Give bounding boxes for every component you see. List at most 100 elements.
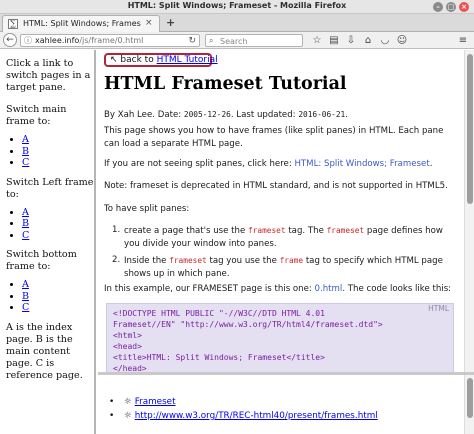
step-number: 2. — [112, 255, 121, 265]
back-arrow-icon: ↖ — [110, 55, 118, 65]
list-item: B — [22, 146, 94, 158]
close-window-button[interactable]: × — [459, 2, 469, 12]
maximize-button[interactable]: □ — [446, 2, 456, 12]
left-group-heading: Switch bottom frame to: — [6, 249, 77, 272]
bottom-frame-scroll-thumb[interactable] — [467, 378, 473, 418]
code-keyword: frameset — [169, 256, 207, 265]
bottom-frame: • ☼ Frameset • ☼ http://www.w3.org/TR/REC-… — [98, 375, 464, 434]
deprecation-note: Note: frameset is deprecated in HTML sta… — [104, 181, 448, 191]
new-tab-button[interactable]: + — [166, 16, 175, 29]
left-intro: Click a link to switch pages in a target… — [6, 58, 91, 93]
left-frame: Click a link to switch pages in a target… — [0, 50, 96, 434]
frameset-link[interactable]: Frameset — [135, 397, 176, 407]
left-frame-link-b[interactable]: B — [22, 218, 29, 229]
sun-icon: ☼ — [124, 397, 132, 407]
search-bar[interactable]: ⌕ — [205, 34, 303, 47]
date: 2005-12-26 — [183, 110, 231, 119]
code-line: </head> — [113, 364, 147, 372]
intro-paragraph: This page shows you how to have frames (… — [104, 126, 444, 149]
updated-label: . Last updated: — [230, 110, 296, 120]
code-line: <html> — [113, 331, 142, 340]
tab-close-icon[interactable]: × — [145, 18, 153, 28]
code-line: <head> — [113, 342, 142, 351]
bullet: • — [109, 411, 115, 421]
list-item: C — [22, 157, 94, 169]
list-item: A — [22, 279, 94, 291]
code-line: Frameset//EN" "http://www.w3.org/TR/html… — [113, 320, 383, 329]
back-button[interactable]: ← — [3, 33, 17, 47]
left-footer: A is the index page. B is the main conte… — [6, 321, 83, 381]
split-windows-link[interactable]: HTML: Split Windows; Frameset — [294, 159, 429, 169]
url-bar[interactable]: ⓘ xahlee.info/js/frame/0.html ↻ — [20, 34, 200, 47]
reload-icon[interactable]: ↻ — [188, 35, 196, 47]
main-frame: ↖ back to HTML Tutorial HTML Frameset Tu… — [98, 50, 464, 372]
bullet: • — [109, 397, 115, 407]
info-icon[interactable]: ⓘ — [24, 35, 32, 47]
w3c-frames-link[interactable]: http://www.w3.org/TR/REC-html40/present/… — [135, 411, 378, 421]
fallback-paragraph: If you are not seeing split panes, click… — [104, 158, 454, 171]
home-icon[interactable]: ⌂ — [361, 34, 375, 47]
steps-list: 1. create a page that's use the frameset… — [104, 224, 454, 281]
bottom-frame-link-a[interactable]: A — [22, 279, 29, 290]
list-item: A — [22, 134, 94, 146]
main-frame-link-a[interactable]: A — [22, 134, 29, 145]
left-group-heading: Switch main frame to: — [6, 104, 67, 127]
list-item: C — [22, 230, 94, 242]
pocket-icon[interactable]: ◡ — [378, 34, 392, 47]
tab-bar: ∑ HTML: Split Windows; Frames × + — [0, 14, 474, 32]
main-frame-scrollbar[interactable] — [464, 50, 474, 372]
step-text: Inside the — [124, 256, 167, 266]
url-path: /js/frame/0.html — [79, 36, 144, 45]
byline-suffix: . — [345, 110, 348, 120]
reading-list-icon[interactable]: ▤ — [327, 34, 341, 47]
example-file-link[interactable]: 0.html — [315, 284, 343, 294]
step-text: tag. The — [288, 226, 324, 236]
list-item: B — [22, 218, 94, 230]
to-have-heading: To have split panes: — [104, 204, 190, 214]
step-text: tag you use the — [209, 256, 277, 266]
minimize-button[interactable]: – — [433, 2, 443, 12]
example-text-end: . The code looks like this: — [342, 284, 452, 294]
left-frame-link-a[interactable]: A — [22, 207, 29, 218]
code-keyword: frame — [279, 256, 304, 265]
search-icon: ⌕ — [209, 36, 214, 45]
emoji-icon[interactable]: ☺ — [395, 34, 409, 47]
bottom-frame-link-b[interactable]: B — [22, 291, 29, 302]
menu-icon[interactable]: ≡ — [456, 34, 470, 47]
tab-label: HTML: Split Windows; Frames — [23, 19, 141, 28]
download-icon[interactable]: ⇩ — [344, 34, 358, 47]
sigma-favicon-icon: ∑ — [8, 19, 18, 29]
list-item: • ☼ Frameset — [104, 395, 378, 409]
code-language-label: HTML — [428, 304, 449, 313]
byline: By Xah Lee. Date: 2005-12-26. Last updat… — [104, 108, 454, 122]
star-icon[interactable]: ☆ — [310, 34, 324, 47]
list-item: 1. create a page that's use the frameset… — [104, 224, 454, 251]
byline-prefix: By Xah Lee. Date: — [104, 110, 182, 120]
main-frame-scroll-thumb[interactable] — [467, 54, 473, 204]
search-input[interactable] — [220, 36, 300, 46]
code-line: <title>HTML: Split Windows; Frameset</ti… — [113, 353, 325, 362]
list-item: • ☼ http://www.w3.org/TR/REC-html40/prese… — [104, 409, 378, 423]
main-frame-link-b[interactable]: B — [22, 146, 29, 157]
updated-date: 2016-06-21 — [298, 110, 346, 119]
navigation-toolbar: ← ⓘ xahlee.info/js/frame/0.html ↻ ⌕ ☆ ▤ … — [0, 32, 474, 49]
list-item: 2. Inside the frameset tag you use the f… — [104, 254, 454, 281]
tab-active[interactable]: ∑ HTML: Split Windows; Frames × — [2, 15, 160, 32]
left-frame-link-c[interactable]: C — [22, 230, 29, 241]
code-block: HTML <!DOCTYPE HTML PUBLIC "-//W3C//DTD H… — [106, 303, 454, 372]
fallback-text: If you are not seeing split panes, click… — [104, 159, 292, 169]
code-keyword: frameset — [326, 226, 365, 235]
back-to-tutorial-link[interactable]: HTML Tutorial — [157, 55, 218, 65]
window-titlebar: HTML: Split Windows; Frameset - Mozilla … — [0, 0, 474, 14]
bottom-frame-link-c[interactable]: C — [22, 302, 29, 313]
code-keyword: frameset — [248, 226, 286, 235]
back-to-tutorial-box: ↖ back to HTML Tutorial — [104, 53, 218, 67]
window-title: HTML: Split Windows; Frameset - Mozilla … — [127, 1, 347, 10]
bottom-frame-scrollbar[interactable] — [464, 375, 474, 434]
sun-icon: ☼ — [124, 411, 132, 421]
back-prefix: back to — [120, 55, 154, 65]
main-frame-link-c[interactable]: C — [22, 157, 29, 168]
step-number: 1. — [112, 225, 121, 235]
step-text: create a page that's use the — [124, 226, 246, 236]
reference-list: • ☼ Frameset • ☼ http://www.w3.org/TR/REC-… — [104, 395, 378, 423]
